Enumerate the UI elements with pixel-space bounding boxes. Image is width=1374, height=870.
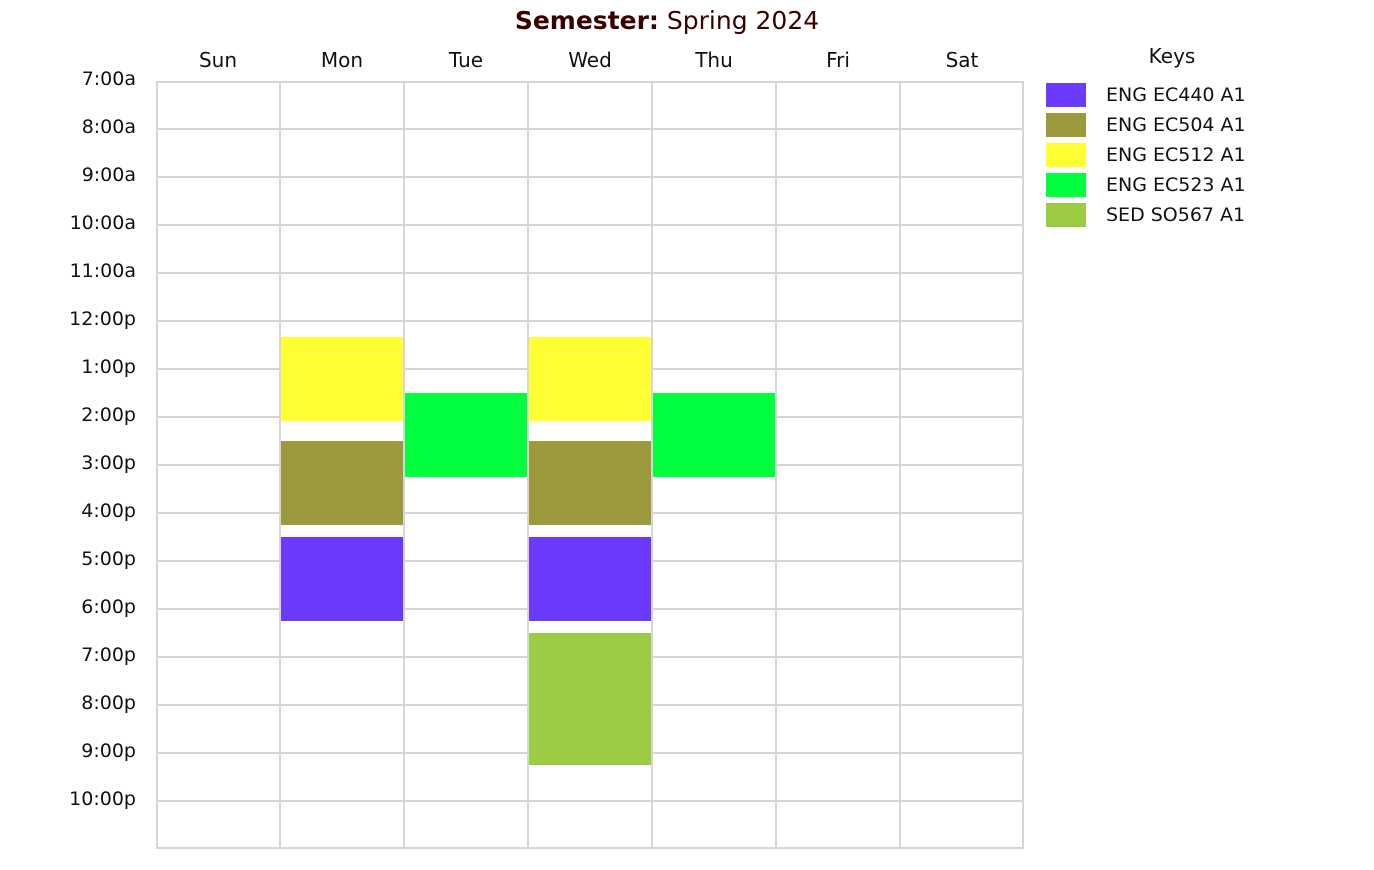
time-label: 8:00a — [81, 116, 136, 138]
time-label: 9:00a — [81, 164, 136, 186]
key-swatch — [1046, 83, 1086, 107]
time-label: 1:00p — [81, 356, 136, 378]
semester-value: Spring 2024 — [666, 6, 820, 35]
time-label: 9:00p — [81, 740, 136, 762]
time-label: 6:00p — [81, 596, 136, 618]
day-header-tue: Tue — [448, 48, 484, 72]
day-header-fri: Fri — [826, 48, 850, 72]
day-header-sat: Sat — [945, 48, 979, 72]
grid-day-line — [899, 81, 901, 849]
grid-hour-line — [156, 800, 1024, 802]
class-block-sed-so567-a1[interactable] — [529, 633, 651, 765]
key-swatch — [1046, 113, 1086, 137]
grid-hour-line — [156, 128, 1024, 130]
class-block-eng-ec440-a1[interactable] — [529, 537, 651, 621]
grid-hour-line — [156, 272, 1024, 274]
class-block-eng-ec512-a1[interactable] — [281, 336, 403, 421]
day-header-sun: Sun — [198, 48, 238, 72]
key-label: ENG EC512 A1 — [1106, 144, 1246, 166]
grid-hour-line — [156, 320, 1024, 322]
day-header-thu: Thu — [695, 48, 733, 72]
time-label: 7:00p — [81, 644, 136, 666]
key-label: ENG EC504 A1 — [1106, 114, 1246, 136]
time-label: 11:00a — [69, 260, 136, 282]
key-swatch — [1046, 173, 1086, 197]
class-block-eng-ec523-a1[interactable] — [405, 393, 527, 477]
key-label: ENG EC440 A1 — [1106, 84, 1246, 106]
key-label: SED SO567 A1 — [1106, 204, 1246, 226]
time-label: 5:00p — [81, 548, 136, 570]
time-label: 7:00a — [81, 68, 136, 90]
class-block-eng-ec523-a1[interactable] — [653, 393, 775, 477]
grid-hour-line — [156, 176, 1024, 178]
day-header-mon: Mon — [320, 48, 364, 72]
time-label: 3:00p — [81, 452, 136, 474]
page-title: Semester: Spring 2024 — [0, 6, 1334, 35]
time-label: 2:00p — [81, 404, 136, 426]
keys-title: Keys — [1148, 44, 1196, 68]
key-swatch — [1046, 203, 1086, 227]
time-label: 4:00p — [81, 500, 136, 522]
class-block-eng-ec504-a1[interactable] — [529, 441, 651, 525]
key-swatch — [1046, 143, 1086, 167]
class-block-eng-ec440-a1[interactable] — [281, 537, 403, 621]
time-label: 10:00p — [69, 788, 136, 810]
day-header-wed: Wed — [568, 48, 612, 72]
key-label: ENG EC523 A1 — [1106, 174, 1246, 196]
time-label: 10:00a — [69, 212, 136, 234]
grid-day-line — [775, 81, 777, 849]
grid-hour-line — [156, 224, 1024, 226]
class-block-eng-ec504-a1[interactable] — [281, 441, 403, 525]
class-block-eng-ec512-a1[interactable] — [529, 336, 651, 421]
time-label: 12:00p — [69, 308, 136, 330]
time-label: 8:00p — [81, 692, 136, 714]
semester-label: Semester: — [514, 6, 659, 35]
